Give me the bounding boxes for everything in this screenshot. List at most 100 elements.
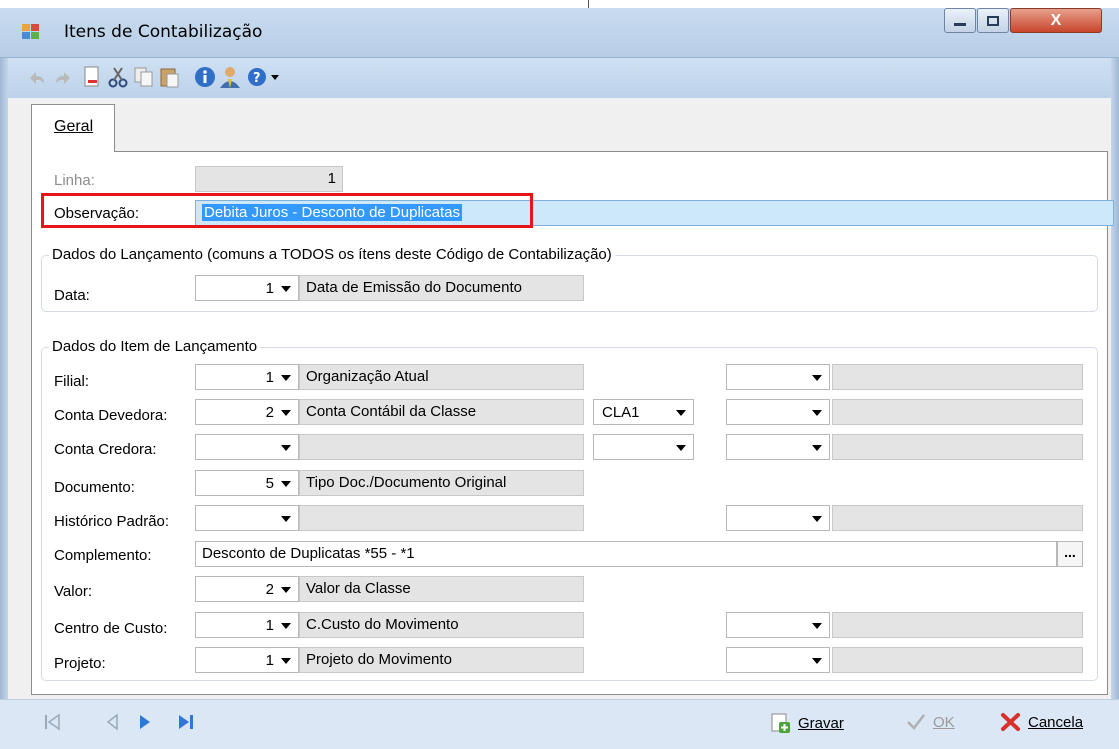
tab-geral[interactable]: Geral	[31, 104, 115, 152]
chevron-down-icon	[281, 481, 291, 487]
conta-devedora-code-select[interactable]: 2	[195, 399, 299, 425]
gravar-label: Gravar	[798, 714, 844, 732]
chevron-down-icon	[281, 445, 291, 451]
complemento-field[interactable]: Desconto de Duplicatas *55 - *1	[195, 541, 1057, 567]
chevron-down-icon	[812, 623, 822, 629]
conta-devedora-desc-value: Conta Contábil da Classe	[306, 403, 477, 420]
data-desc-field: Data de Emissão do Documento	[299, 275, 584, 301]
centro-custo-extra-desc	[832, 612, 1083, 638]
projeto-code-value: 1	[265, 652, 274, 669]
cancel-label: Cancela	[1028, 713, 1084, 731]
conta-credora-class-select[interactable]	[593, 434, 694, 460]
window-title: Itens de Contabilização	[64, 22, 263, 42]
last-record-icon[interactable]	[176, 712, 196, 732]
chevron-down-icon	[281, 658, 291, 664]
save-icon	[771, 713, 790, 733]
chevron-down-icon	[281, 286, 291, 292]
chevron-down-icon	[281, 516, 291, 522]
valor-code-select[interactable]: 2	[195, 576, 299, 602]
filial-desc-field: Organização Atual	[299, 364, 584, 390]
cancel-icon	[1001, 713, 1020, 731]
maximize-button[interactable]	[977, 8, 1009, 33]
chevron-down-icon	[281, 623, 291, 629]
filial-desc-value: Organização Atual	[306, 368, 429, 385]
conta-devedora-code-value: 2	[265, 404, 274, 421]
historico-padrao-extra-desc	[832, 505, 1083, 531]
centro-custo-desc-value: C.Custo do Movimento	[306, 616, 459, 633]
conta-devedora-class-value: CLA1	[602, 404, 640, 421]
close-icon: X	[1050, 11, 1062, 29]
ok-label: OK	[933, 713, 955, 731]
filial-code-value: 1	[265, 369, 274, 386]
check-icon	[907, 714, 925, 730]
svg-text:?: ?	[253, 71, 261, 86]
close-button[interactable]: X	[1010, 8, 1102, 33]
window-frame-left	[0, 58, 8, 749]
chevron-down-icon	[281, 410, 291, 416]
linha-label: Linha:	[54, 172, 95, 189]
group-item-title: Dados do Item de Lançamento	[49, 338, 261, 355]
maximize-icon	[987, 15, 999, 26]
tab-geral-label: Geral	[54, 118, 94, 135]
complemento-label: Complemento:	[54, 547, 152, 564]
data-code-select[interactable]: 1	[195, 275, 299, 301]
next-record-icon[interactable]	[135, 712, 155, 732]
centro-custo-code-select[interactable]: 1	[195, 612, 299, 638]
centro-custo-extra-select[interactable]	[726, 612, 830, 638]
valor-desc-value: Valor da Classe	[306, 580, 411, 597]
historico-padrao-code-select[interactable]	[195, 505, 299, 531]
conta-credora-desc-field	[299, 434, 584, 460]
conta-credora-extra-desc	[832, 434, 1083, 460]
conta-devedora-extra-select[interactable]	[726, 399, 830, 425]
conta-credora-code-select[interactable]	[195, 434, 299, 460]
undo-icon[interactable]	[25, 66, 47, 88]
user-icon[interactable]	[218, 66, 240, 88]
conta-credora-extra-select[interactable]	[726, 434, 830, 460]
filial-extra-desc	[832, 364, 1083, 390]
paste-icon[interactable]	[159, 66, 181, 88]
projeto-code-select[interactable]: 1	[195, 647, 299, 673]
filial-label: Filial:	[54, 373, 90, 390]
copy-icon[interactable]	[133, 66, 155, 88]
help-icon[interactable]: ?	[246, 66, 282, 88]
valor-label: Valor:	[54, 583, 93, 600]
projeto-extra-desc	[832, 647, 1083, 673]
valor-code-value: 2	[265, 581, 274, 598]
projeto-desc-value: Projeto do Movimento	[306, 651, 452, 668]
conta-devedora-label: Conta Devedora:	[54, 407, 168, 424]
redo-icon[interactable]	[53, 66, 75, 88]
chevron-down-icon	[812, 658, 822, 664]
gravar-button[interactable]: Gravar	[770, 712, 844, 734]
first-record-icon[interactable]	[43, 712, 63, 732]
ellipsis-icon: ...	[1064, 544, 1076, 560]
ok-button[interactable]: OK	[905, 712, 955, 732]
filial-extra-select[interactable]	[726, 364, 830, 390]
info-icon[interactable]	[194, 66, 216, 88]
filial-code-select[interactable]: 1	[195, 364, 299, 390]
projeto-desc-field: Projeto do Movimento	[299, 647, 584, 673]
historico-padrao-extra-select[interactable]	[726, 505, 830, 531]
data-label: Data:	[54, 287, 90, 304]
documento-label: Documento:	[54, 479, 135, 496]
documento-code-select[interactable]: 5	[195, 470, 299, 496]
top-edge	[0, 0, 1119, 8]
complemento-browse-button[interactable]: ...	[1057, 541, 1083, 567]
cancel-button[interactable]: Cancela	[1000, 712, 1083, 732]
chevron-down-icon	[676, 410, 686, 416]
projeto-extra-select[interactable]	[726, 647, 830, 673]
previous-record-icon[interactable]	[103, 712, 123, 732]
minimize-button[interactable]	[944, 8, 976, 33]
conta-devedora-extra-desc	[832, 399, 1083, 425]
historico-padrao-label: Histórico Padrão:	[54, 513, 170, 530]
new-document-icon[interactable]	[81, 66, 103, 88]
documento-desc-value: Tipo Doc./Documento Original	[306, 474, 507, 491]
conta-devedora-class-select[interactable]: CLA1	[593, 399, 694, 425]
cut-icon[interactable]	[107, 66, 129, 88]
chevron-down-icon	[812, 410, 822, 416]
data-desc-value: Data de Emissão do Documento	[306, 279, 522, 296]
chevron-down-icon	[812, 445, 822, 451]
centro-custo-label: Centro de Custo:	[54, 620, 168, 637]
app-icon	[22, 24, 40, 40]
window-frame-right	[1111, 58, 1119, 749]
highlight-box	[41, 193, 533, 228]
